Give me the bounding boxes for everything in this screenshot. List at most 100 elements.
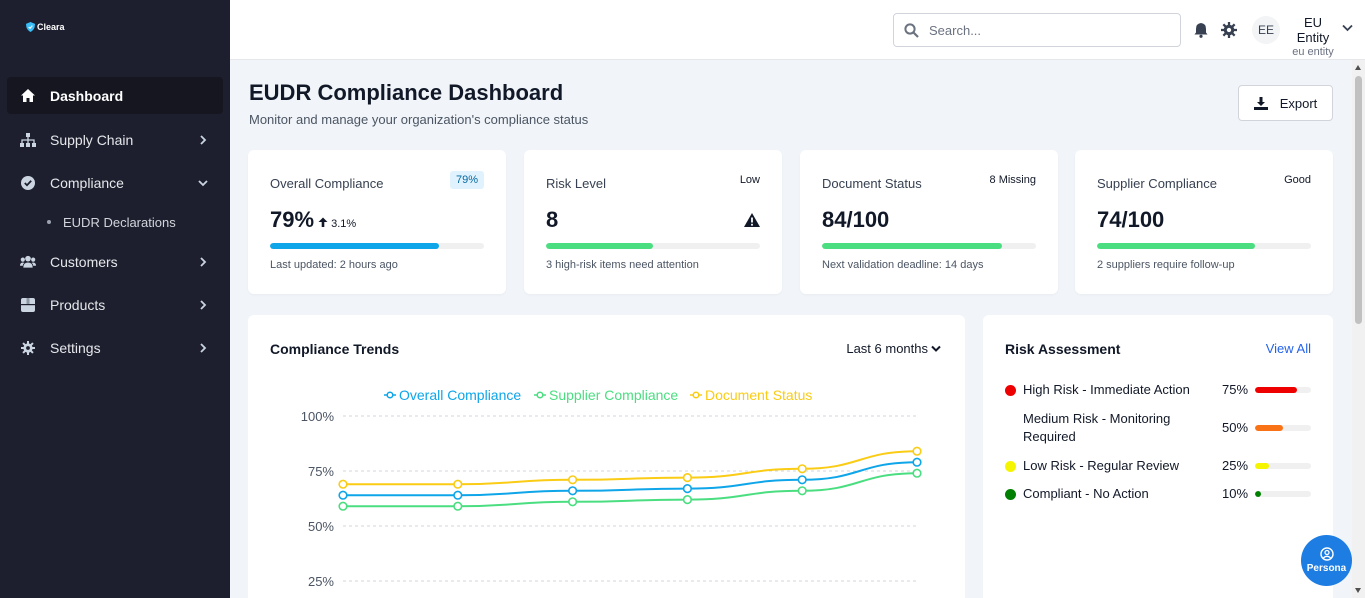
risk-label: Medium Risk - Monitoring Required [1023, 411, 1171, 444]
persona-button[interactable]: Persona [1301, 535, 1352, 586]
compliance-trends-panel: Compliance Trends Last 6 months 100% 75% 5… [248, 315, 965, 598]
avatar[interactable]: EE [1252, 16, 1280, 44]
progress-bar [546, 243, 760, 249]
sidebar-item-label: Compliance [50, 174, 124, 191]
user-subtitle: eu entity [1292, 46, 1334, 58]
sidebar-item-label: Settings [50, 339, 101, 356]
scrollbar[interactable] [1352, 60, 1365, 598]
risk-dot [1005, 385, 1016, 396]
chevron-right-icon [200, 134, 207, 145]
sidebar-item-label: Supply Chain [50, 131, 134, 148]
legend-swatch-marker [536, 391, 544, 399]
user-name: EU Entity [1296, 15, 1330, 45]
risk-bar-fill [1255, 425, 1283, 431]
bell-icon[interactable] [1193, 22, 1209, 38]
progress-bar [270, 243, 484, 249]
card-overall-compliance: Overall Compliance 79% 79% 3.1% Last upd… [248, 150, 506, 294]
search-input[interactable] [929, 22, 1149, 38]
progress-fill [546, 243, 653, 249]
card-value: 79% 3.1% [270, 207, 356, 233]
chevron-down-icon [198, 179, 208, 186]
card-value: 74/100 [1097, 207, 1165, 232]
legend-label: Supplier Compliance [549, 387, 678, 403]
sidebar-item-label: Dashboard [50, 87, 124, 104]
risk-bar [1255, 425, 1311, 431]
card-delta-text: 3.1% [331, 218, 357, 230]
chevron-right-icon [200, 342, 207, 353]
risk-percent: 75% [1222, 382, 1249, 397]
sidebar-item-supply-chain[interactable]: Supply Chain [0, 118, 230, 161]
progress-fill [1097, 243, 1256, 249]
search-box[interactable] [893, 13, 1181, 47]
sidebar-item-products[interactable]: Products [0, 283, 230, 326]
data-point [453, 490, 463, 500]
gear-icon[interactable] [1221, 22, 1237, 38]
sidebar-nav: Dashboard Supply Chain Compliance EUDR D… [0, 77, 230, 369]
card-badge: 79% [449, 171, 484, 189]
sidebar-item-compliance[interactable]: Compliance [0, 161, 230, 204]
sidebar: Cleara Dashboard Supply Chain Compliance… [0, 0, 230, 598]
risk-row-high: High Risk - Immediate Action 75% [1005, 381, 1311, 401]
risk-bar-fill [1255, 387, 1297, 393]
card-document-status: Document Status 8 Missing 84/100 Next va… [800, 150, 1058, 294]
page-title: EUDR Compliance Dashboard [249, 80, 564, 105]
compliance-trends-chart: 100% 75% 50% 25% Overall Compliance Supplier … [301, 387, 922, 589]
export-button[interactable]: Export [1238, 85, 1333, 121]
card-value: 84/100 [822, 207, 890, 232]
risk-percent: 25% [1222, 458, 1249, 473]
sidebar-subitem-eudr-declarations[interactable]: EUDR Declarations [0, 204, 230, 240]
card-footer: 2 suppliers require follow-up [1097, 259, 1235, 271]
sidebar-item-settings[interactable]: Settings [0, 326, 230, 369]
series-line [343, 450, 918, 486]
risk-dot [1005, 461, 1016, 472]
data-point [912, 446, 922, 456]
brand-name: Cleara [37, 22, 65, 32]
card-label: Overall Compliance [270, 176, 384, 191]
user-circle-icon [1319, 547, 1334, 561]
progress-fill [822, 243, 1002, 249]
data-point [797, 464, 807, 474]
gear-icon [20, 340, 36, 356]
card-delta: 3.1% [318, 217, 357, 230]
risk-bar-fill [1255, 463, 1269, 469]
data-point [682, 484, 693, 494]
progress-fill [270, 243, 440, 249]
sidebar-item-dashboard[interactable]: Dashboard [7, 77, 223, 114]
data-point [453, 479, 463, 489]
risk-label: Compliant - No Action [1023, 486, 1149, 501]
user-menu[interactable]: EU Entity eu entity [1286, 15, 1340, 58]
card-risk-level: Risk Level Low 8 3 high-risk items need … [524, 150, 782, 294]
risk-bar [1255, 463, 1311, 469]
data-point [568, 486, 578, 496]
warning-icon [744, 213, 760, 227]
risk-bar [1255, 491, 1311, 497]
y-tick-label: 75% [308, 464, 334, 479]
users-icon [20, 254, 36, 270]
card-label: Document Status [822, 176, 922, 191]
home-icon [20, 88, 36, 104]
card-value: 8 [546, 207, 559, 232]
risk-bar-fill [1255, 491, 1261, 497]
card-label: Risk Level [546, 176, 606, 191]
view-all-link[interactable]: View All [1266, 341, 1311, 356]
scroll-down-arrow[interactable] [1355, 588, 1361, 593]
sidebar-item-customers[interactable]: Customers [0, 240, 230, 283]
card-footer: Next validation deadline: 14 days [822, 259, 984, 271]
chevron-down-icon[interactable] [1342, 24, 1353, 32]
data-point [453, 501, 463, 511]
data-point [682, 495, 693, 505]
progress-bar [822, 243, 1036, 249]
arrow-up-icon [318, 217, 328, 227]
risk-label: High Risk - Immediate Action [1023, 382, 1190, 397]
sitemap-icon [20, 132, 36, 148]
risk-percent: 50% [1222, 420, 1249, 435]
export-label: Export [1279, 95, 1318, 111]
scrollbar-thumb[interactable] [1355, 76, 1362, 324]
legend-swatch-marker [386, 391, 394, 399]
risk-row-compliant: Compliant - No Action 10% [1005, 485, 1311, 505]
legend-label: Document Status [705, 387, 812, 403]
brand-logo[interactable]: Cleara [26, 22, 65, 32]
data-point [682, 473, 693, 483]
scroll-up-arrow[interactable] [1355, 65, 1361, 70]
chevron-right-icon [200, 299, 207, 310]
